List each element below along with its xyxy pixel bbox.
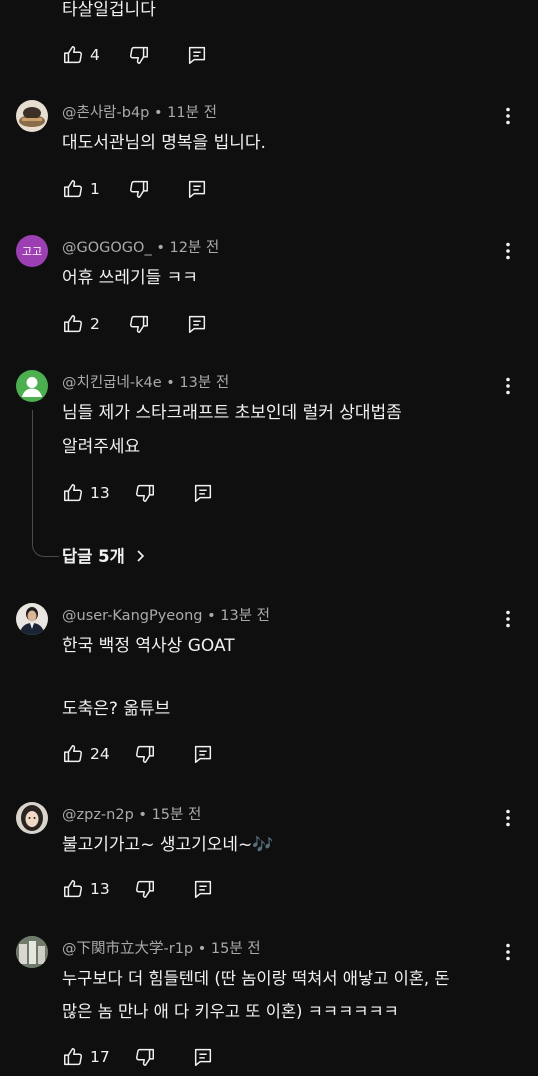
more-vert-icon[interactable] [496, 806, 520, 830]
like-count: 17 [90, 1048, 110, 1066]
author-name[interactable]: @촌사람-b4p [62, 105, 149, 121]
like-count: 4 [90, 46, 100, 64]
comment-time[interactable]: 13분 전 [220, 608, 270, 624]
thumbs-up-icon[interactable] [62, 1046, 84, 1068]
more-vert-icon[interactable] [496, 607, 520, 631]
reply-icon[interactable] [186, 44, 208, 66]
comment-text: 타살일겁니다 [62, 0, 156, 20]
comment-time[interactable]: 13분 전 [179, 375, 229, 391]
like-count: 24 [90, 745, 110, 763]
replies-label: 답글 5개 [62, 547, 125, 566]
comment-actions: 24 [62, 741, 214, 767]
thumbs-down-icon[interactable] [134, 482, 156, 504]
like-count: 13 [90, 880, 110, 898]
like-count: 13 [90, 484, 110, 502]
thumbs-down-icon[interactable] [128, 178, 150, 200]
reply-icon[interactable] [186, 178, 208, 200]
like-count: 1 [90, 180, 100, 198]
avatar[interactable] [16, 100, 48, 132]
avatar[interactable] [16, 603, 48, 635]
comment-meta: @user-KangPyeong • 13분 전 [62, 606, 270, 626]
meta-separator: • [166, 375, 175, 391]
comment-text: 대도서관님의 명복을 빕니다. [62, 133, 266, 153]
reply-icon[interactable] [192, 743, 214, 765]
thumbs-up-icon[interactable] [62, 313, 84, 335]
reply-icon[interactable] [192, 878, 214, 900]
reply-icon[interactable] [192, 482, 214, 504]
thumbs-down-icon[interactable] [128, 313, 150, 335]
author-name[interactable]: @user-KangPyeong [62, 608, 202, 624]
reply-icon[interactable] [186, 313, 208, 335]
avatar-text: 고고 [21, 245, 43, 258]
meta-separator: • [207, 608, 216, 624]
comment-text: 누구보다 더 힘들텐데 (딴 놈이랑 떡쳐서 애낳고 이혼, 돈 [62, 969, 450, 988]
thread-line [32, 410, 59, 557]
author-name[interactable]: @下関市立大学-r1p [62, 941, 193, 957]
comment-actions: 1 [62, 176, 208, 202]
thumbs-down-icon[interactable] [134, 743, 156, 765]
comment-actions: 13 [62, 480, 214, 506]
comment-actions: 17 [62, 1044, 214, 1070]
more-vert-icon[interactable] [496, 104, 520, 128]
author-name[interactable]: @GOGOGO_ [62, 240, 152, 256]
reply-icon[interactable] [192, 1046, 214, 1068]
comment-meta: @치킨굽네-k4e • 13분 전 [62, 373, 229, 393]
thumbs-up-icon[interactable] [62, 44, 84, 66]
thumbs-up-icon[interactable] [62, 878, 84, 900]
comment-text: 어휴 쓰레기들 ㅋㅋ [62, 268, 198, 288]
comment-text: 님들 제가 스타크래프트 초보인데 럴커 상대법좀 [62, 403, 402, 423]
like-count: 2 [90, 315, 100, 333]
comment-meta: @zpz-n2p • 15분 전 [62, 805, 201, 825]
thumbs-down-icon[interactable] [128, 44, 150, 66]
comment-time[interactable]: 12분 전 [169, 240, 219, 256]
more-vert-icon[interactable] [496, 374, 520, 398]
thumbs-down-icon[interactable] [134, 1046, 156, 1068]
meta-separator: • [156, 240, 165, 256]
comment-text: 한국 백정 역사상 GOAT [62, 636, 235, 656]
thumbs-up-icon[interactable] [62, 743, 84, 765]
meta-separator: • [197, 941, 207, 957]
comment-actions: 4 [62, 42, 208, 68]
comment-actions: 13 [62, 876, 214, 902]
meta-separator: • [138, 807, 147, 823]
more-vert-icon[interactable] [496, 239, 520, 263]
comment-time[interactable]: 15분 전 [152, 807, 202, 823]
comment-text: 알려주세요 [62, 437, 141, 457]
comment-text: 불고기가고~ 생고기오네~🎶 [62, 835, 274, 855]
avatar[interactable] [16, 936, 48, 968]
thumbs-down-icon[interactable] [134, 878, 156, 900]
avatar[interactable]: 고고 [16, 235, 48, 267]
comment-time[interactable]: 11분 전 [167, 105, 217, 121]
avatar[interactable] [16, 802, 48, 834]
comment-time[interactable]: 15분 전 [211, 941, 261, 957]
comment-meta: @촌사람-b4p • 11분 전 [62, 103, 217, 123]
more-vert-icon[interactable] [496, 940, 520, 964]
author-name[interactable]: @zpz-n2p [62, 807, 134, 823]
meta-separator: • [154, 105, 163, 121]
replies-button[interactable]: 답글 5개 [62, 543, 147, 567]
thumbs-up-icon[interactable] [62, 178, 84, 200]
comment-meta: @下関市立大学-r1p • 15분 전 [62, 939, 261, 959]
comment-meta: @GOGOGO_ • 12분 전 [62, 238, 219, 258]
default-person-avatar[interactable] [16, 370, 48, 402]
comment-text: 도축은? 옮튜브 [62, 699, 171, 719]
author-name[interactable]: @치킨굽네-k4e [62, 375, 162, 391]
chevron-right-icon [133, 548, 147, 562]
comment-text: 많은 놈 만나 애 다 키우고 또 이혼) ㅋㅋㅋㅋㅋㅋ [62, 1002, 399, 1021]
thumbs-up-icon[interactable] [62, 482, 84, 504]
comment-actions: 2 [62, 311, 208, 337]
